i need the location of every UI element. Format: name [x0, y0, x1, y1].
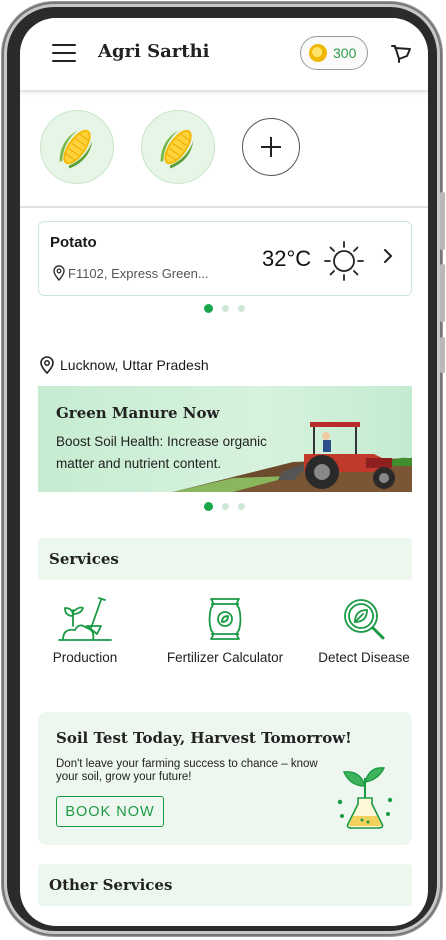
service-label: Detect Disease: [318, 650, 410, 665]
user-location[interactable]: Lucknow, Uttar Pradesh: [40, 356, 209, 374]
location-pin-icon: [53, 265, 65, 281]
tractor-icon: [278, 422, 395, 489]
crop-item[interactable]: [40, 110, 114, 184]
app-title: Agri Sarthi: [98, 41, 210, 62]
carousel-dot[interactable]: [222, 305, 229, 312]
service-label: Fertilizer Calculator: [166, 650, 284, 665]
weather-location: F1102, Express Green...: [53, 265, 209, 281]
app-header: Agri Sarthi 300: [20, 18, 428, 92]
soil-test-plant-icon: [337, 767, 393, 829]
carousel-dot[interactable]: [222, 503, 229, 510]
promo-banner[interactable]: Green Manure Now Boost Soil Health: Incr…: [38, 386, 412, 492]
volume-down-button: [440, 264, 445, 322]
volume-up-button: [440, 192, 445, 250]
book-now-button[interactable]: BOOK NOW: [56, 796, 164, 827]
crop-item[interactable]: [141, 110, 215, 184]
weather-carousel-dots: [204, 304, 245, 313]
carousel-dot[interactable]: [238, 305, 245, 312]
other-services-header: Other Services: [38, 864, 412, 906]
temperature: 32°C: [262, 246, 312, 271]
cart-icon[interactable]: [390, 43, 412, 65]
soil-test-card: Soil Test Today, Harvest Tomorrow! Don't…: [38, 712, 412, 845]
chevron-right-icon[interactable]: [382, 248, 394, 264]
sun-icon: [324, 241, 364, 281]
add-crop-button[interactable]: [242, 118, 300, 176]
service-fertilizer-calculator[interactable]: Fertilizer Calculator: [165, 596, 285, 666]
coin-balance[interactable]: 300: [300, 36, 368, 70]
menu-icon[interactable]: [52, 44, 76, 62]
weather-crop-name: Potato: [50, 234, 97, 251]
app-screen: Agri Sarthi 300 Potato F1102, Express Gr…: [20, 18, 428, 926]
service-detect-disease[interactable]: Detect Disease: [304, 596, 424, 666]
services-title: Services: [49, 550, 119, 568]
carousel-dot[interactable]: [204, 304, 213, 313]
other-services-title: Other Services: [49, 876, 173, 894]
banner-carousel-dots: [204, 502, 245, 511]
corn-icon: [160, 129, 194, 169]
carousel-dot[interactable]: [204, 502, 213, 511]
location-text: Lucknow, Uttar Pradesh: [60, 357, 209, 373]
crop-selector: [20, 106, 428, 208]
phone-frame: Agri Sarthi 300 Potato F1102, Express Gr…: [2, 2, 445, 936]
corn-icon: [59, 129, 93, 169]
weather-card[interactable]: Potato F1102, Express Green... 32°C: [38, 221, 412, 296]
fertilizer-bag-icon: [208, 598, 242, 640]
promo-text: Don't leave your farming success to chan…: [56, 758, 318, 783]
weather-location-text: F1102, Express Green...: [68, 265, 209, 281]
promo-title: Soil Test Today, Harvest Tomorrow!: [56, 729, 352, 747]
disease-search-icon: [344, 599, 385, 640]
carousel-dot[interactable]: [238, 503, 245, 510]
coin-icon: [309, 44, 327, 62]
service-label: Production: [52, 650, 118, 665]
coin-count: 300: [333, 45, 357, 61]
production-icon: [58, 597, 112, 641]
power-button: [440, 337, 445, 373]
location-pin-icon: [40, 356, 54, 374]
services-header: Services: [38, 538, 412, 580]
service-production[interactable]: Production: [25, 596, 145, 666]
banner-title: Green Manure Now: [56, 404, 220, 422]
